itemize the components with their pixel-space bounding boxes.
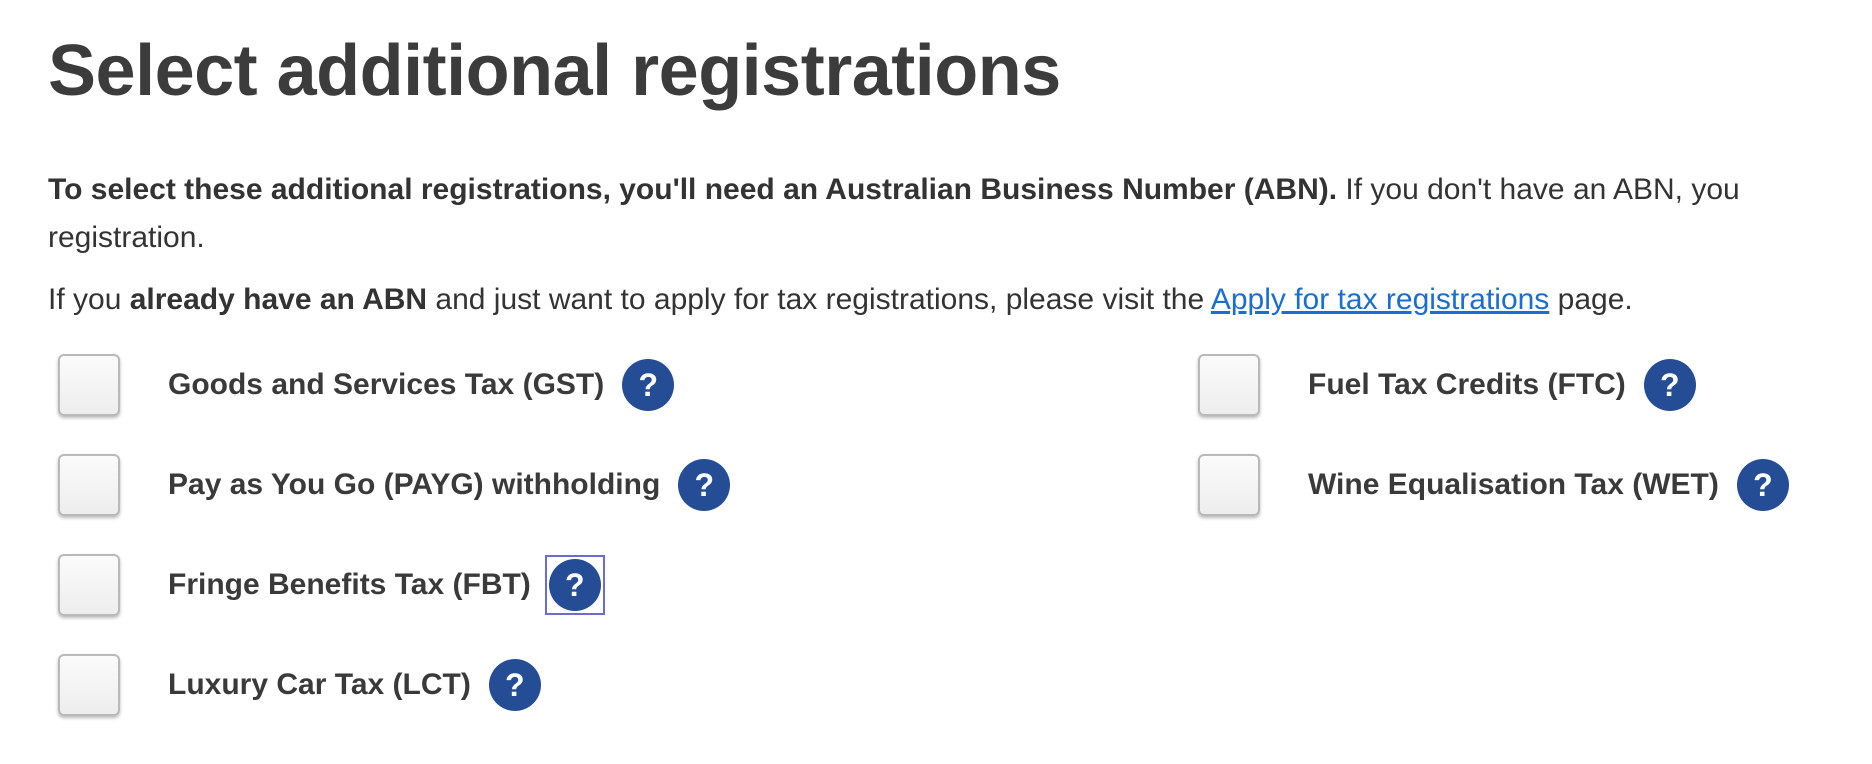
lct-help-button[interactable]: ? xyxy=(487,657,543,713)
help-icon: ? xyxy=(1643,359,1696,411)
option-payg: Pay as You Go (PAYG) withholding ? xyxy=(48,450,732,520)
wet-checkbox[interactable] xyxy=(1198,454,1260,516)
ftc-help-button[interactable]: ? xyxy=(1642,357,1698,413)
option-wet: Wine Equalisation Tax (WET) ? xyxy=(1188,450,1791,520)
abn-note-suffix: page. xyxy=(1549,283,1633,316)
payg-label[interactable]: Pay as You Go (PAYG) withholding xyxy=(168,468,660,502)
lct-label[interactable]: Luxury Car Tax (LCT) xyxy=(168,668,471,702)
abn-note-prefix: If you xyxy=(48,283,130,316)
gst-checkbox[interactable] xyxy=(58,354,120,416)
abn-note-bold: already have an ABN xyxy=(129,283,428,316)
payg-checkbox[interactable] xyxy=(58,454,120,516)
abn-note-paragraph: If you already have an ABN and just want… xyxy=(48,278,1633,322)
wet-label[interactable]: Wine Equalisation Tax (WET) xyxy=(1308,468,1719,502)
fbt-label[interactable]: Fringe Benefits Tax (FBT) xyxy=(168,568,531,602)
option-fbt: Fringe Benefits Tax (FBT) ? xyxy=(48,550,605,620)
apply-for-tax-registrations-link[interactable]: Apply for tax registrations xyxy=(1211,283,1549,316)
help-icon: ? xyxy=(622,359,675,411)
help-icon: ? xyxy=(548,559,601,611)
intro-rest-text: If you don't have an ABN, you xyxy=(1337,173,1740,206)
page-title: Select additional registrations xyxy=(48,31,1061,111)
help-icon: ? xyxy=(1736,459,1789,511)
gst-label[interactable]: Goods and Services Tax (GST) xyxy=(168,368,604,402)
wet-help-button[interactable]: ? xyxy=(1735,457,1791,513)
abn-note-middle: and just want to apply for tax registrat… xyxy=(427,283,1211,316)
payg-help-button[interactable]: ? xyxy=(676,457,732,513)
help-icon: ? xyxy=(678,459,731,511)
fbt-help-button[interactable]: ? xyxy=(544,555,605,615)
intro-line2-text: registration. xyxy=(48,221,205,254)
option-gst: Goods and Services Tax (GST) ? xyxy=(48,350,676,420)
lct-checkbox[interactable] xyxy=(58,654,120,716)
ftc-checkbox[interactable] xyxy=(1198,354,1260,416)
intro-bold-text: To select these additional registrations… xyxy=(48,173,1338,206)
intro-paragraph: To select these additional registrations… xyxy=(48,166,1872,262)
fbt-checkbox[interactable] xyxy=(58,554,120,616)
ftc-label[interactable]: Fuel Tax Credits (FTC) xyxy=(1308,368,1626,402)
option-ftc: Fuel Tax Credits (FTC) ? xyxy=(1188,350,1698,420)
gst-help-button[interactable]: ? xyxy=(620,357,676,413)
help-icon: ? xyxy=(488,659,541,711)
option-lct: Luxury Car Tax (LCT) ? xyxy=(48,650,543,720)
